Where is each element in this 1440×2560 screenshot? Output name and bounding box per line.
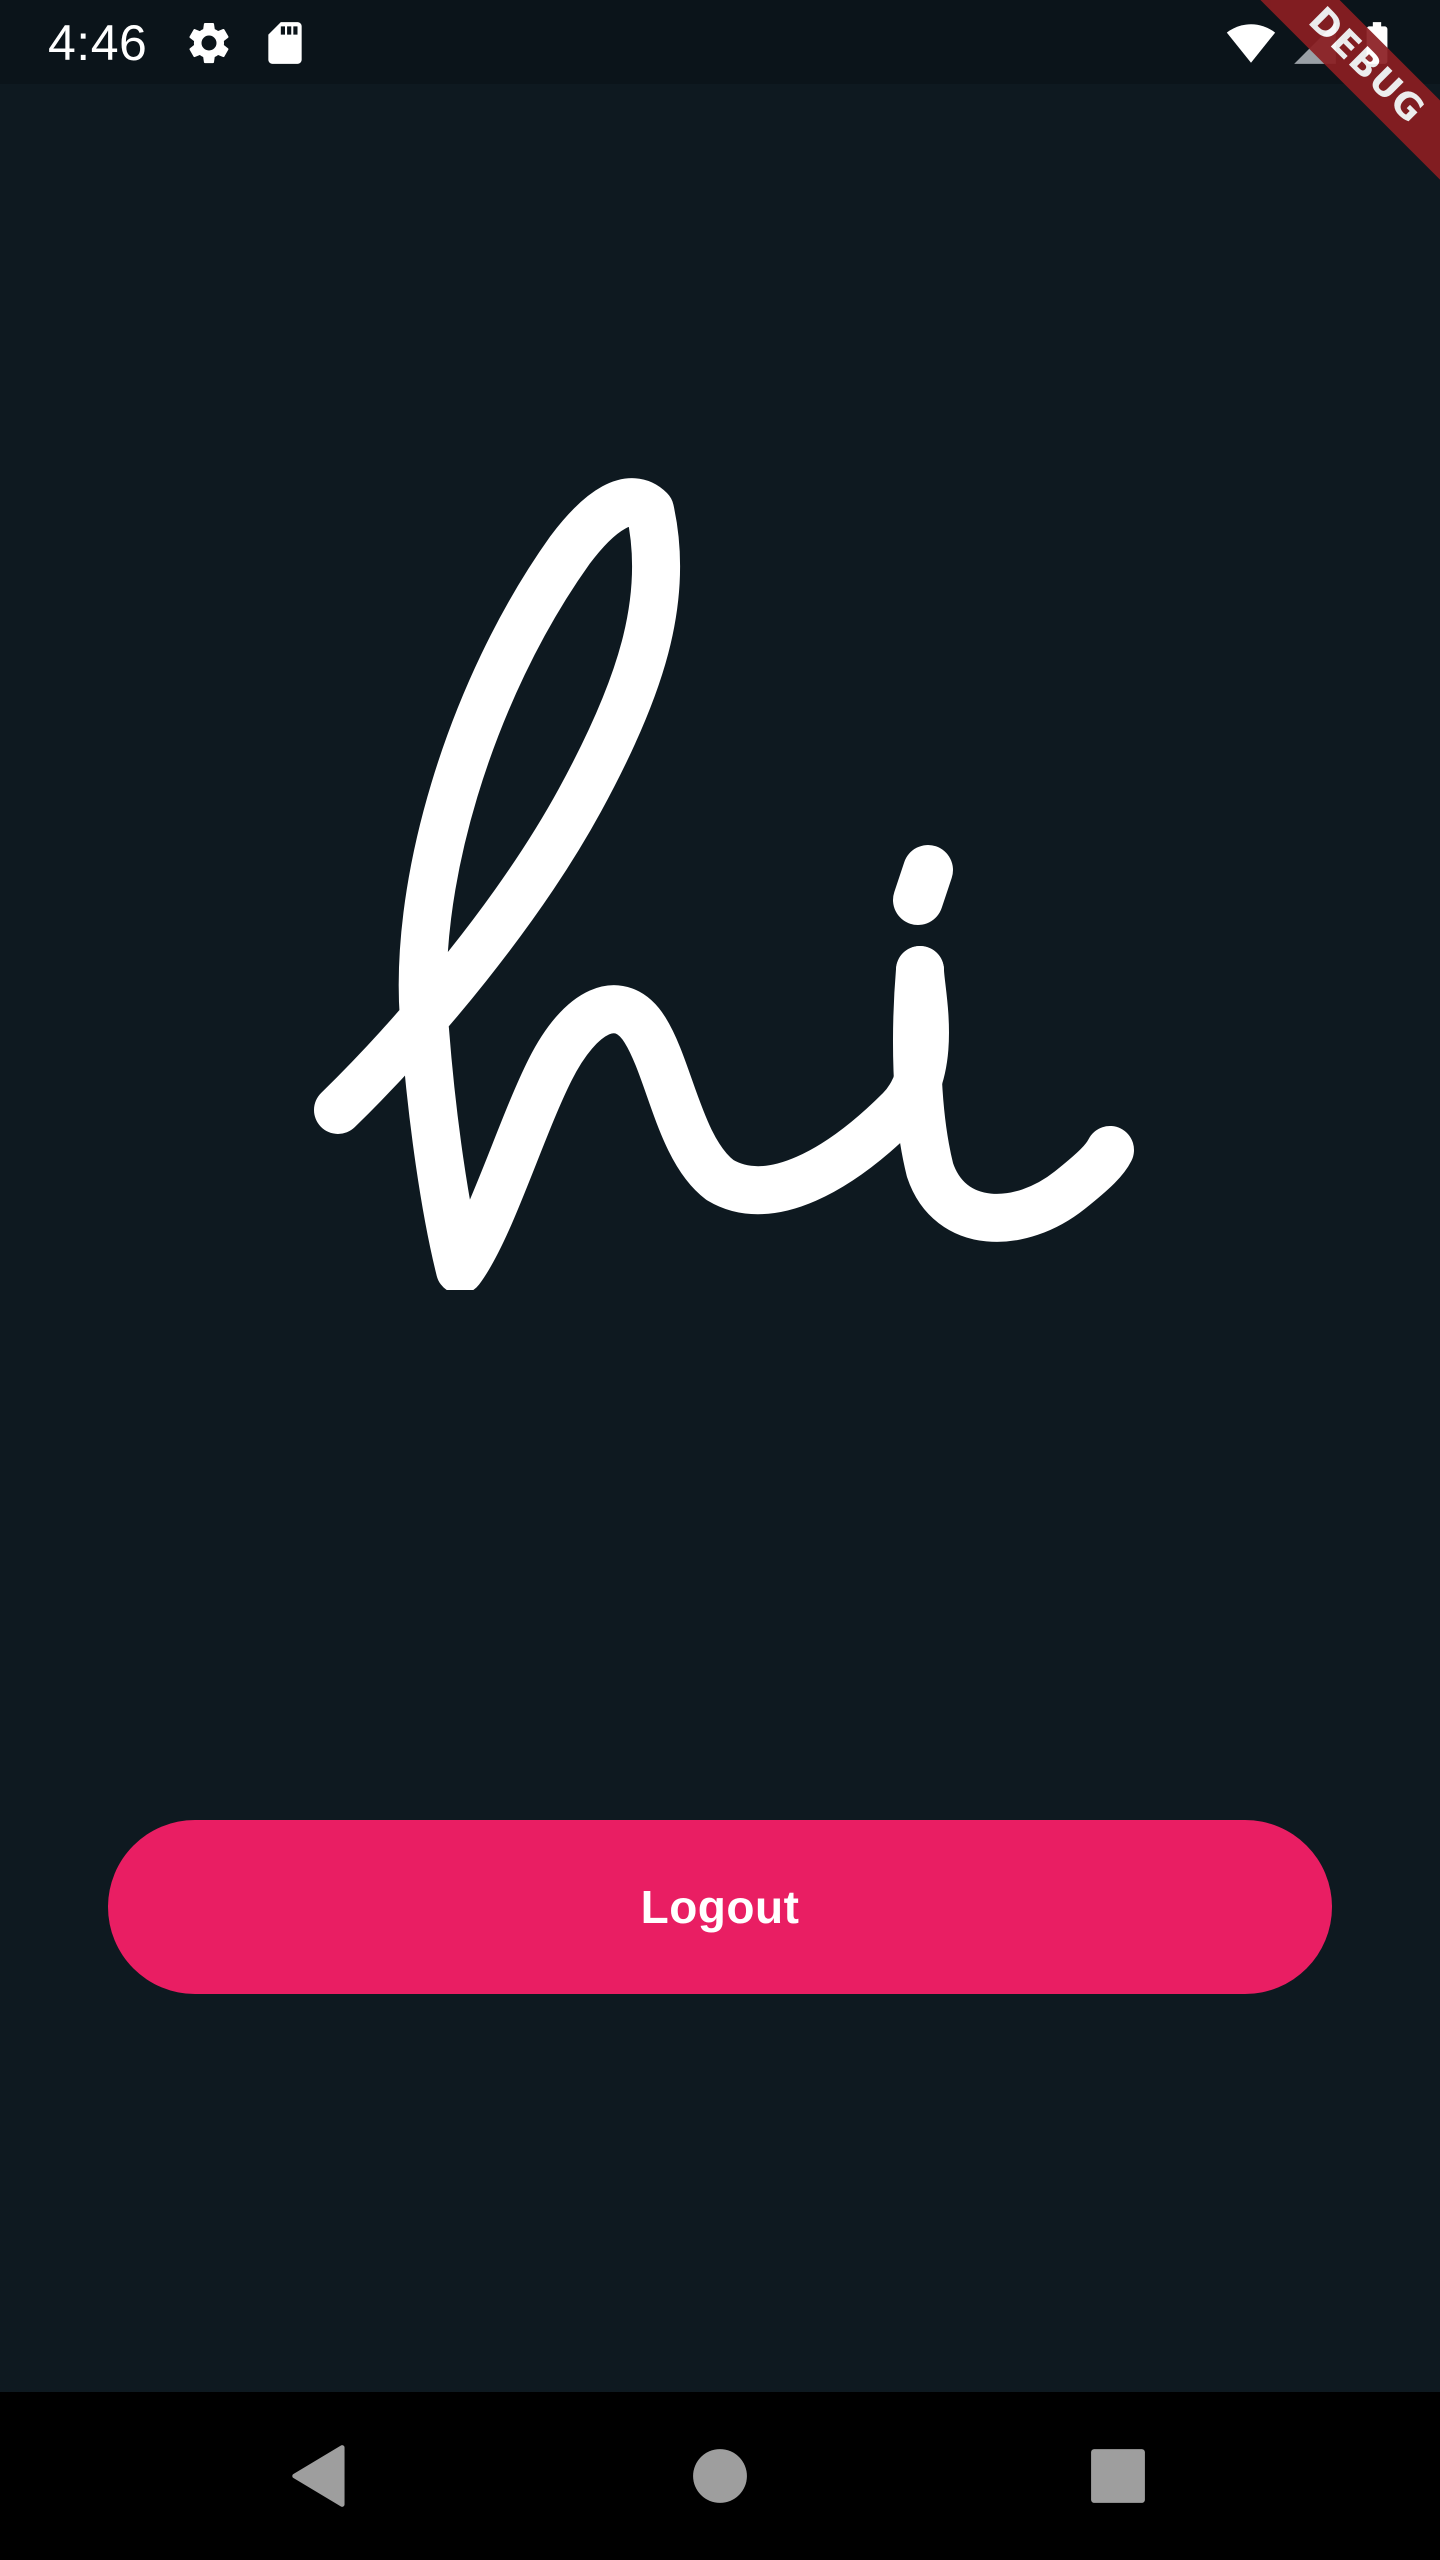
app-screen: 4:46 DEBUG Logout: [0, 0, 1440, 2560]
hi-logo: [300, 470, 1140, 1290]
status-bar: 4:46: [0, 0, 1440, 84]
home-icon[interactable]: [682, 2438, 758, 2514]
sd-card-icon: [260, 18, 310, 68]
settings-icon: [184, 18, 234, 68]
logout-button[interactable]: Logout: [108, 1820, 1332, 1994]
wifi-off-icon: [1226, 18, 1276, 68]
navigation-bar: [0, 2392, 1440, 2560]
status-time: 4:46: [48, 15, 148, 71]
back-icon[interactable]: [282, 2438, 358, 2514]
recents-icon[interactable]: [1080, 2438, 1156, 2514]
